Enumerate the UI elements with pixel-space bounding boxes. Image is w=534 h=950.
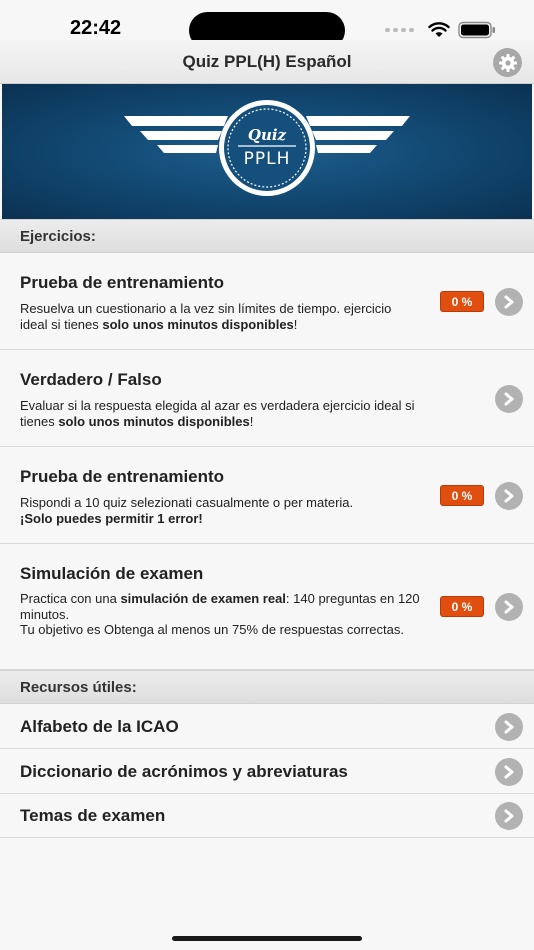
signal-icon bbox=[385, 28, 414, 32]
resources-section-header: Recursos útiles: bbox=[0, 670, 534, 704]
app-banner: Quiz PPLH bbox=[2, 84, 532, 219]
progress-badge: 0 % bbox=[440, 485, 484, 506]
chevron-right-icon[interactable] bbox=[495, 288, 523, 316]
exam-simulation-row[interactable]: Simulación de examen Practica con una si… bbox=[0, 544, 534, 670]
row-title: Temas de examen bbox=[20, 806, 166, 825]
status-time: 22:42 bbox=[70, 17, 122, 39]
wifi-icon bbox=[428, 22, 450, 37]
resource-icao-alphabet-row[interactable]: Alfabeto de la ICAO bbox=[0, 704, 534, 749]
status-icons bbox=[385, 20, 496, 40]
resources-header-label: Recursos útiles: bbox=[20, 679, 137, 696]
progress-badge: 0 % bbox=[440, 291, 484, 312]
exercises-section-header: Ejercicios: bbox=[0, 219, 534, 253]
row-description: Rispondi a 10 quiz selezionati casualmen… bbox=[20, 495, 354, 526]
chevron-right-icon[interactable] bbox=[495, 713, 523, 741]
status-bar: 22:42 bbox=[0, 0, 534, 49]
row-description: Practica con una simulación de examen re… bbox=[20, 591, 420, 637]
exercise-true-false-row[interactable]: Verdadero / Falso Evaluar si la respuest… bbox=[0, 350, 534, 447]
row-title: Simulación de examen bbox=[20, 564, 204, 583]
exercises-header-label: Ejercicios: bbox=[20, 228, 96, 245]
progress-badge: 0 % bbox=[440, 596, 484, 617]
row-title: Verdadero / Falso bbox=[20, 370, 162, 389]
exercise-training-row[interactable]: Prueba de entrenamiento Resuelva un cues… bbox=[0, 253, 534, 350]
row-description: Evaluar si la respuesta elegida al azar … bbox=[20, 398, 415, 429]
row-title: Prueba de entrenamiento bbox=[20, 467, 225, 486]
resource-exam-topics-row[interactable]: Temas de examen bbox=[0, 794, 534, 838]
row-title: Alfabeto de la ICAO bbox=[20, 717, 179, 736]
chevron-right-icon[interactable] bbox=[495, 593, 523, 621]
chevron-right-icon[interactable] bbox=[495, 482, 523, 510]
chevron-right-icon[interactable] bbox=[495, 802, 523, 830]
chevron-right-icon[interactable] bbox=[495, 385, 523, 413]
navigation-bar: Quiz PPL(H) Español bbox=[0, 40, 534, 84]
page-title: Quiz PPL(H) Español bbox=[182, 52, 352, 71]
settings-button[interactable] bbox=[493, 48, 522, 77]
row-title: Diccionario de acrónimos y abreviaturas bbox=[20, 762, 348, 781]
battery-icon bbox=[458, 21, 495, 39]
exercise-quiz-10-row[interactable]: Prueba de entrenamiento Rispondi a 10 qu… bbox=[0, 447, 534, 544]
resource-acronyms-row[interactable]: Diccionario de acrónimos y abreviaturas bbox=[0, 749, 534, 794]
row-description: Resuelva un cuestionario a la vez sin lí… bbox=[20, 301, 392, 332]
logo-text-top: Quiz bbox=[248, 126, 287, 144]
chevron-right-icon[interactable] bbox=[495, 758, 523, 786]
home-indicator[interactable] bbox=[172, 936, 362, 941]
logo-text-bottom: PPLH bbox=[244, 149, 291, 169]
row-title: Prueba de entrenamiento bbox=[20, 273, 225, 292]
gear-icon bbox=[498, 53, 517, 72]
quiz-pplh-logo: Quiz PPLH bbox=[124, 100, 410, 196]
